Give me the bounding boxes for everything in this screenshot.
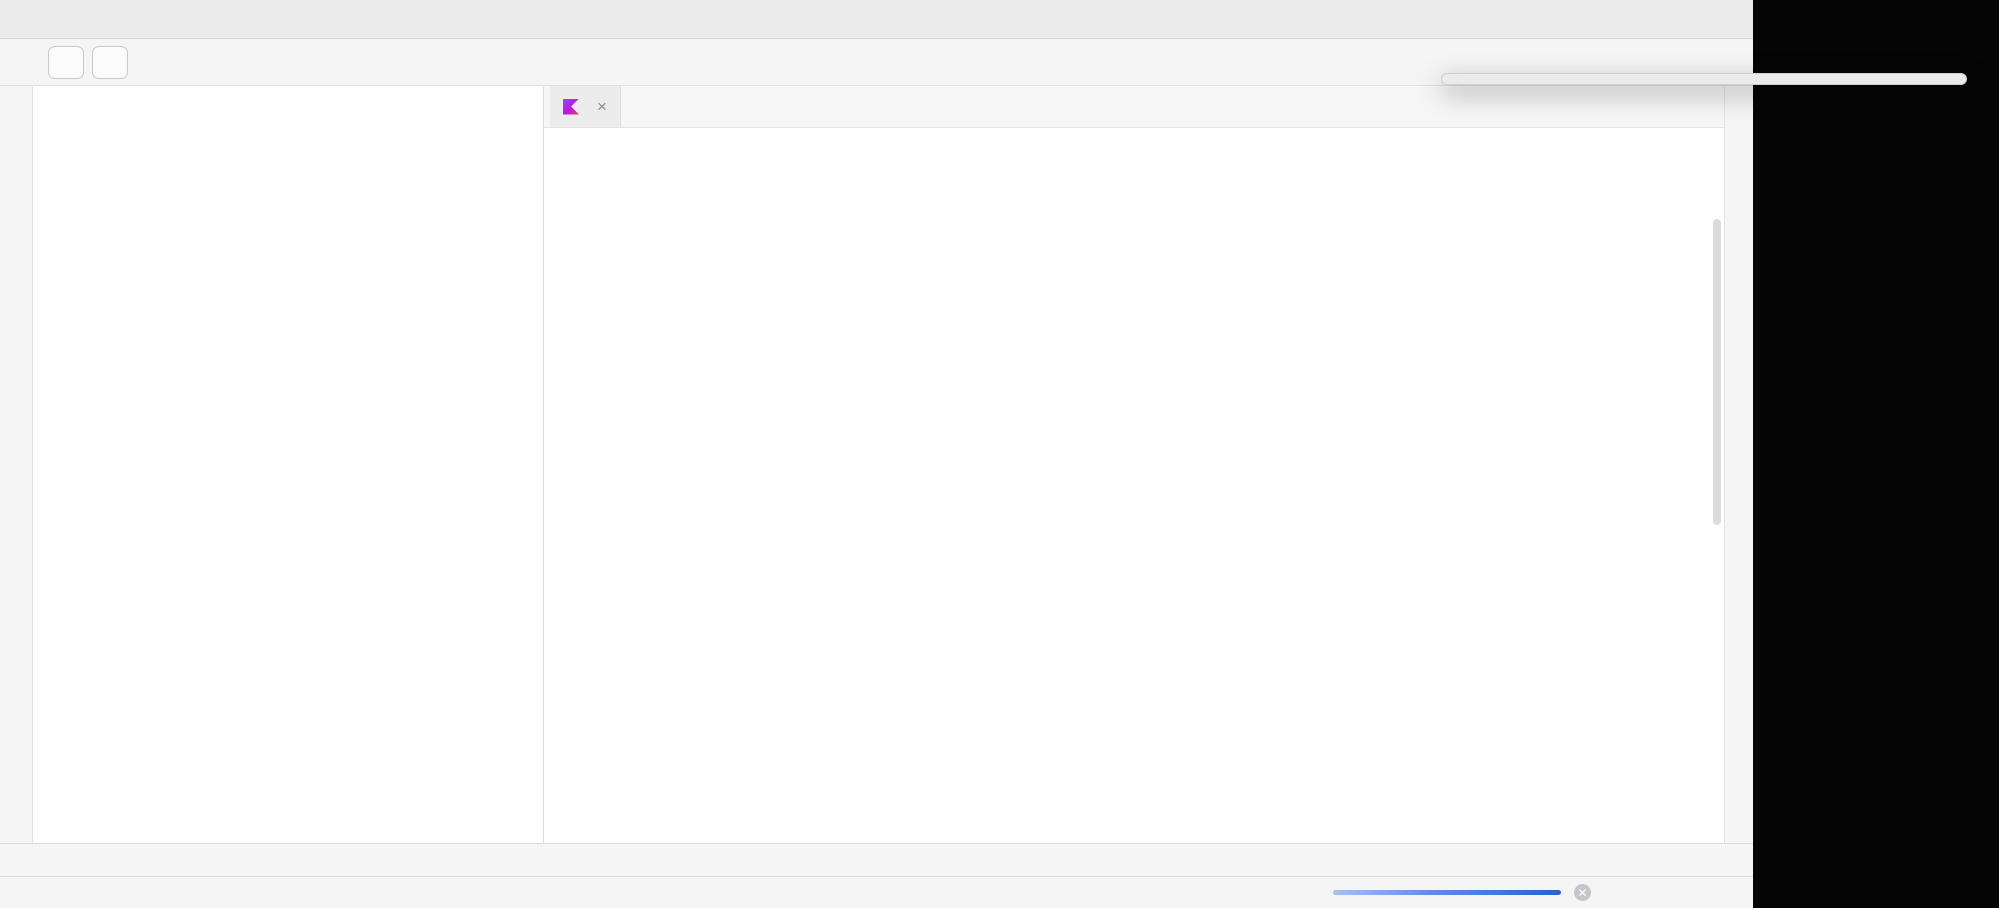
kotlin-file-icon	[563, 99, 579, 115]
cancel-build-button[interactable]: ✕	[1574, 884, 1591, 901]
editor-scrollbar[interactable]	[1713, 219, 1721, 525]
editor-tab-bar: ×	[544, 86, 1724, 128]
traffic-lights	[0, 12, 77, 27]
code-area[interactable]	[544, 128, 1724, 843]
project-panel	[33, 86, 544, 843]
minimize-window-button[interactable]	[38, 12, 53, 27]
project-panel-header	[33, 86, 543, 127]
device-select[interactable]	[92, 46, 128, 79]
titlebar	[0, 0, 1753, 39]
profiler-dropdown-menu	[1441, 73, 1967, 85]
build-progress-bar	[1333, 890, 1561, 895]
close-tab-icon[interactable]: ×	[597, 98, 607, 115]
android-studio-window: × ✕	[0, 0, 1753, 908]
build-progress: ✕	[1320, 884, 1591, 901]
right-tool-stripe	[1724, 86, 1753, 843]
run-configuration-select[interactable]	[48, 46, 84, 79]
tool-window-bar	[0, 843, 1753, 876]
left-tool-stripe	[0, 86, 33, 843]
zoom-window-button[interactable]	[62, 12, 77, 27]
editor: ×	[544, 86, 1724, 843]
close-window-button[interactable]	[14, 12, 29, 27]
status-bar: ✕	[0, 876, 1753, 908]
vcs-widget-button[interactable]	[10, 47, 40, 77]
main-area: ×	[0, 86, 1753, 843]
tab-mainactivity[interactable]: ×	[550, 86, 621, 127]
